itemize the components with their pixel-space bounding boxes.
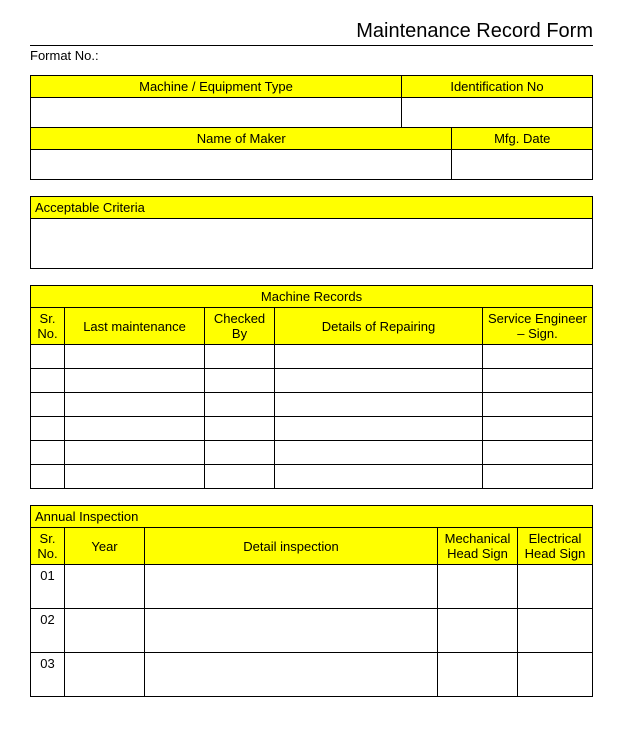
header-annual-inspection: Annual Inspection — [31, 506, 593, 528]
table-row[interactable] — [483, 345, 593, 369]
col-checked-by: Checked By — [205, 308, 275, 345]
cell-mech[interactable] — [438, 609, 518, 653]
cell-sr-02: 02 — [31, 609, 65, 653]
cell-detail[interactable] — [145, 653, 438, 697]
page-title: Maintenance Record Form — [30, 20, 593, 46]
table-row[interactable] — [31, 393, 65, 417]
table-row[interactable] — [65, 441, 205, 465]
col-year: Year — [65, 528, 145, 565]
cell-detail[interactable] — [145, 609, 438, 653]
table-row[interactable] — [275, 465, 483, 489]
header-machine-type: Machine / Equipment Type — [31, 76, 402, 98]
equipment-info-table: Machine / Equipment Type Identification … — [30, 75, 593, 180]
cell-year[interactable] — [65, 565, 145, 609]
format-no-label: Format No.: — [30, 48, 593, 63]
col-service-engineer: Service Engineer – Sign. — [483, 308, 593, 345]
cell-elec[interactable] — [518, 609, 593, 653]
col-sr-no: Sr. No. — [31, 308, 65, 345]
table-row[interactable] — [205, 441, 275, 465]
cell-acceptable-criteria[interactable] — [31, 219, 593, 269]
cell-mech[interactable] — [438, 653, 518, 697]
table-row[interactable] — [31, 369, 65, 393]
table-row[interactable] — [275, 441, 483, 465]
table-row[interactable] — [205, 345, 275, 369]
table-row[interactable] — [205, 393, 275, 417]
table-row[interactable] — [483, 417, 593, 441]
cell-year[interactable] — [65, 653, 145, 697]
table-row[interactable] — [65, 393, 205, 417]
table-row[interactable] — [205, 465, 275, 489]
table-row[interactable] — [483, 441, 593, 465]
cell-mech[interactable] — [438, 565, 518, 609]
cell-mfg-date[interactable] — [452, 150, 593, 180]
cell-machine-type[interactable] — [31, 98, 402, 128]
table-row[interactable] — [65, 465, 205, 489]
header-identification-no: Identification No — [401, 76, 592, 98]
table-row[interactable] — [65, 417, 205, 441]
annual-inspection-table: Annual Inspection Sr. No. Year Detail in… — [30, 505, 593, 697]
table-row[interactable] — [65, 345, 205, 369]
table-row[interactable] — [275, 393, 483, 417]
cell-identification-no[interactable] — [401, 98, 592, 128]
col-mechanical-head: Mechanical Head Sign — [438, 528, 518, 565]
table-row[interactable] — [65, 369, 205, 393]
header-maker: Name of Maker — [31, 128, 452, 150]
table-row[interactable] — [205, 369, 275, 393]
table-row[interactable] — [31, 465, 65, 489]
table-row[interactable] — [275, 345, 483, 369]
col-details-repairing: Details of Repairing — [275, 308, 483, 345]
table-row[interactable] — [483, 369, 593, 393]
cell-sr-01: 01 — [31, 565, 65, 609]
header-mfg-date: Mfg. Date — [452, 128, 593, 150]
table-row[interactable] — [483, 465, 593, 489]
col-sr-no-annual: Sr. No. — [31, 528, 65, 565]
col-last-maintenance: Last maintenance — [65, 308, 205, 345]
table-row[interactable] — [31, 441, 65, 465]
col-electrical-head: Electrical Head Sign — [518, 528, 593, 565]
cell-maker[interactable] — [31, 150, 452, 180]
cell-sr-03: 03 — [31, 653, 65, 697]
cell-elec[interactable] — [518, 653, 593, 697]
cell-year[interactable] — [65, 609, 145, 653]
col-detail-inspection: Detail inspection — [145, 528, 438, 565]
acceptable-criteria-table: Acceptable Criteria — [30, 196, 593, 269]
table-row[interactable] — [483, 393, 593, 417]
cell-elec[interactable] — [518, 565, 593, 609]
table-row[interactable] — [31, 345, 65, 369]
machine-records-table: Machine Records Sr. No. Last maintenance… — [30, 285, 593, 489]
table-row[interactable] — [275, 369, 483, 393]
header-machine-records: Machine Records — [31, 286, 593, 308]
table-row[interactable] — [31, 417, 65, 441]
cell-detail[interactable] — [145, 565, 438, 609]
table-row[interactable] — [275, 417, 483, 441]
table-row[interactable] — [205, 417, 275, 441]
header-acceptable-criteria: Acceptable Criteria — [31, 197, 593, 219]
